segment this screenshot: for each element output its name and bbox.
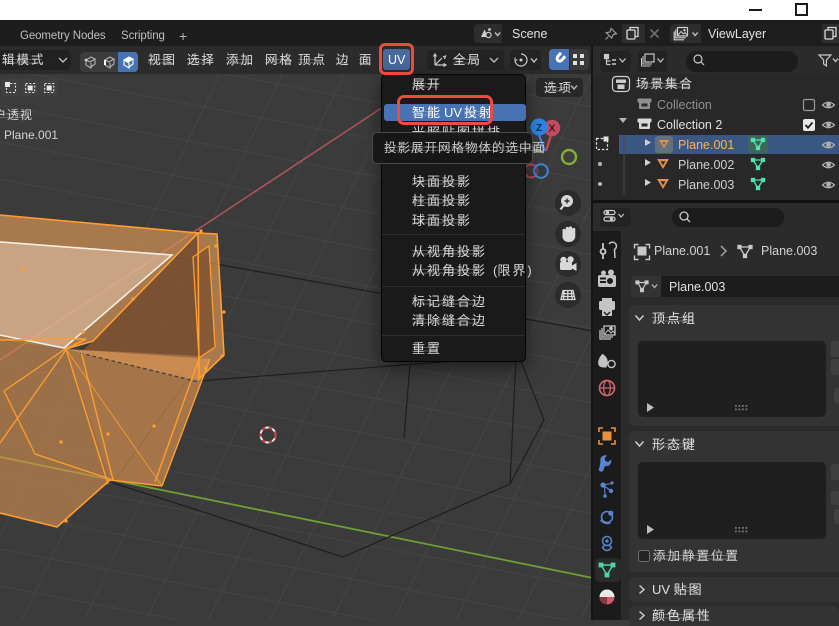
svg-text:X: X [549,124,556,135]
svg-text:Z: Z [536,123,542,134]
